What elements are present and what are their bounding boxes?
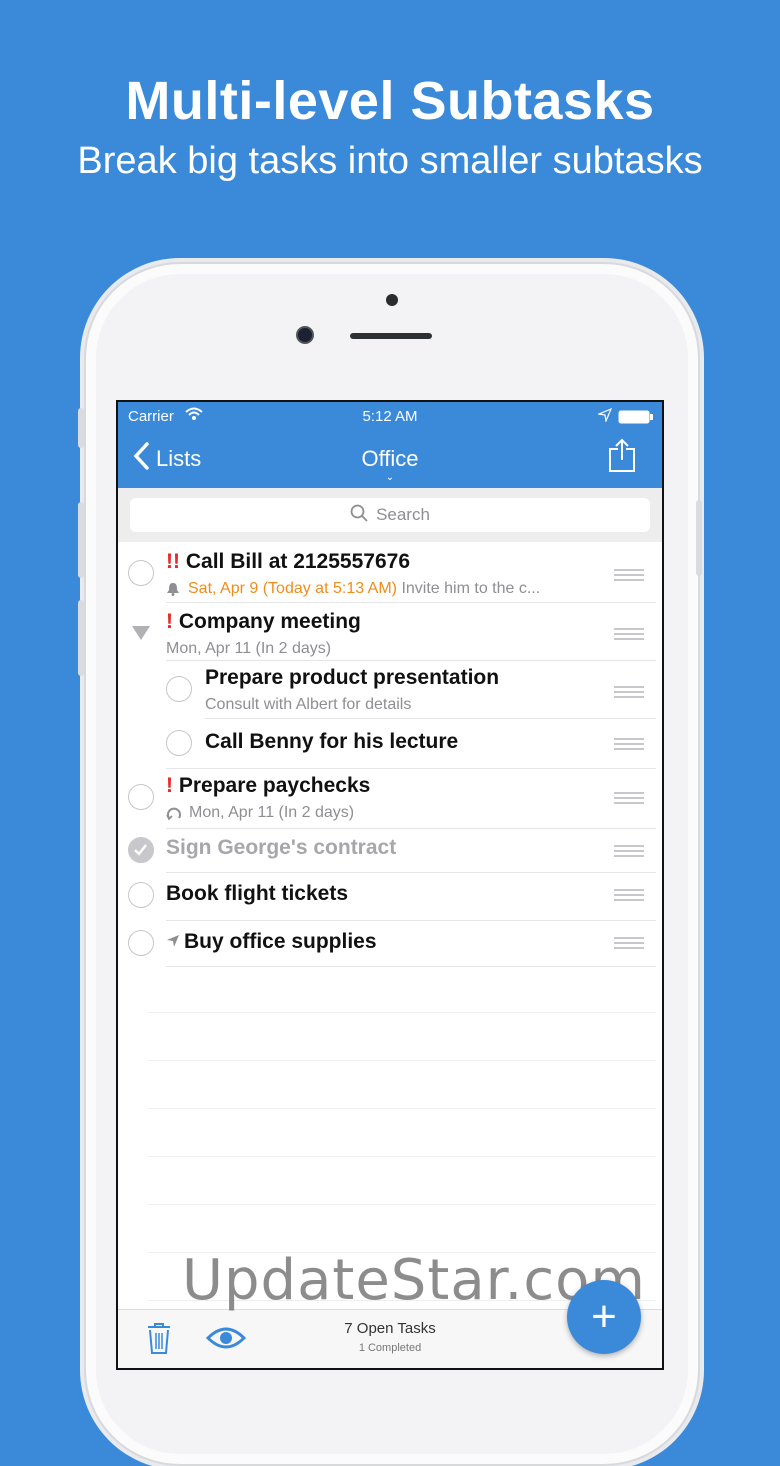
- complete-checkbox[interactable]: [166, 730, 192, 756]
- drag-handle-icon[interactable]: [614, 937, 644, 952]
- phone-power-button: [696, 500, 702, 576]
- row-divider: [166, 966, 656, 967]
- task-subtitle: Mon, Apr 11 (In 2 days): [166, 640, 332, 657]
- task-title-text: Prepare paychecks: [178, 774, 371, 797]
- task-title: ! Prepare paychecks: [166, 774, 370, 798]
- task-title: Buy office supplies: [184, 930, 377, 953]
- location-services-icon: [596, 407, 613, 427]
- complete-checkbox[interactable]: [166, 676, 192, 702]
- task-subtitle: Mon, Apr 11 (In 2 days): [189, 804, 355, 821]
- phone-mute-switch: [78, 408, 84, 448]
- task-title: !! Call Bill at 2125557676: [166, 550, 410, 574]
- phone-volume-up: [78, 502, 84, 578]
- complete-checkbox[interactable]: [128, 784, 154, 810]
- task-title: Sign George's contract: [166, 836, 397, 859]
- bell-icon: [166, 582, 180, 601]
- subtask-row[interactable]: Prepare product presentation Consult wit…: [118, 660, 662, 719]
- task-row[interactable]: !! Call Bill at 2125557676 Sat, Apr 9 (T…: [118, 542, 662, 603]
- task-subtitle: Sat, Apr 9 (Today at 5:13 AM) Invite him…: [188, 580, 540, 598]
- empty-row-line: [148, 1060, 656, 1061]
- subtask-row[interactable]: Call Benny for his lecture: [118, 718, 662, 769]
- complete-checkbox[interactable]: [128, 882, 154, 908]
- task-row[interactable]: Sign George's contract: [118, 828, 662, 873]
- task-subtitle: Consult with Albert for details: [205, 696, 412, 713]
- search-icon: [350, 504, 376, 527]
- task-title: Book flight tickets: [166, 882, 349, 905]
- priority-marker: !: [166, 774, 173, 797]
- task-row[interactable]: ! Company meeting Mon, Apr 11 (In 2 days…: [118, 602, 662, 661]
- disclosure-triangle-icon[interactable]: [132, 626, 150, 645]
- drag-handle-icon[interactable]: [614, 738, 644, 753]
- task-row[interactable]: Book flight tickets: [118, 872, 662, 921]
- priority-marker: !: [166, 610, 173, 633]
- drag-handle-icon[interactable]: [614, 845, 644, 860]
- empty-row-line: [148, 1156, 656, 1157]
- reminder-date: Sat, Apr 9 (Today at 5:13 AM): [188, 580, 397, 597]
- location-arrow-icon: [166, 934, 180, 953]
- battery-icon: [618, 410, 654, 429]
- drag-handle-icon[interactable]: [614, 628, 644, 643]
- share-icon[interactable]: [608, 438, 636, 477]
- phone-sensor: [386, 294, 398, 306]
- task-title: Call Benny for his lecture: [205, 730, 459, 753]
- task-title: Prepare product presentation: [205, 666, 500, 689]
- completed-checkbox[interactable]: [128, 837, 154, 863]
- status-time: 5:12 AM: [362, 408, 418, 425]
- task-title-text: Company meeting: [178, 610, 361, 633]
- phone-volume-down: [78, 600, 84, 676]
- list-title[interactable]: Office: [118, 446, 662, 472]
- chevron-down-icon[interactable]: ⌄: [118, 472, 662, 483]
- search-bar: Search: [118, 488, 662, 542]
- drag-handle-icon[interactable]: [614, 792, 644, 807]
- search-input[interactable]: Search: [130, 498, 650, 532]
- complete-checkbox[interactable]: [128, 930, 154, 956]
- drag-handle-icon[interactable]: [614, 889, 644, 904]
- search-placeholder: Search: [376, 505, 430, 524]
- task-title-text: Call Bill at 2125557676: [185, 550, 410, 573]
- repeat-icon: [166, 806, 182, 827]
- drag-handle-icon[interactable]: [614, 569, 644, 584]
- task-note: Invite him to the c...: [401, 580, 541, 597]
- add-task-button[interactable]: +: [567, 1280, 641, 1354]
- app-screen: Carrier 5:12 AM Lists Office ⌄ Search !!…: [116, 400, 664, 1370]
- navigation-bar: Carrier 5:12 AM Lists Office ⌄: [118, 402, 662, 488]
- task-row[interactable]: Buy office supplies: [118, 920, 662, 967]
- empty-row-line: [148, 1108, 656, 1109]
- task-row[interactable]: ! Prepare paychecks Mon, Apr 11 (In 2 da…: [118, 768, 662, 829]
- drag-handle-icon[interactable]: [614, 686, 644, 701]
- checkmark-icon: [134, 844, 147, 856]
- empty-row-line: [148, 1012, 656, 1013]
- phone-camera: [296, 326, 314, 344]
- empty-row-line: [148, 1204, 656, 1205]
- priority-marker: !!: [166, 550, 180, 573]
- phone-speaker: [350, 333, 432, 339]
- complete-checkbox[interactable]: [128, 560, 154, 586]
- promo-subtitle: Break big tasks into smaller subtasks: [77, 140, 703, 182]
- task-title: ! Company meeting: [166, 610, 361, 634]
- promo-title: Multi-level Subtasks: [125, 71, 655, 131]
